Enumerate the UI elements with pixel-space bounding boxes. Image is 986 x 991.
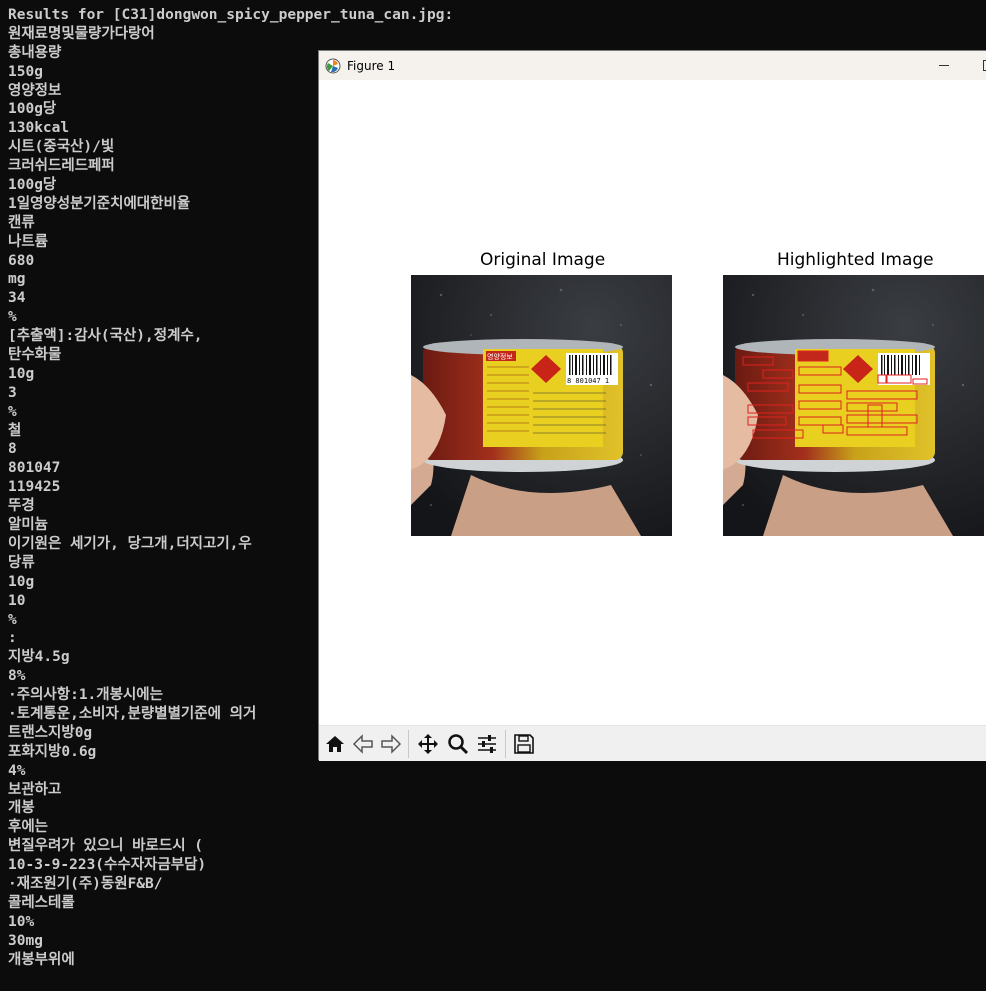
maximize-button[interactable] <box>975 55 986 75</box>
pan-icon <box>418 734 438 754</box>
save-button[interactable] <box>512 733 536 755</box>
minimize-button[interactable] <box>931 55 957 75</box>
figure-toolbar <box>319 725 986 761</box>
figure-window[interactable]: Figure 1 Original Image Highlighted Imag… <box>318 50 986 761</box>
ocr-text-line: 10% <box>8 913 35 930</box>
original-image-title: Original Image <box>480 250 606 270</box>
home-button[interactable] <box>323 733 347 755</box>
can-nutrition-label: 영양정보 <box>487 352 513 361</box>
toolbar-separator <box>505 730 506 758</box>
matplotlib-icon <box>325 58 341 73</box>
home-icon <box>326 736 344 752</box>
save-icon <box>514 734 534 754</box>
forward-button[interactable] <box>379 733 403 755</box>
configure-subplots-icon <box>478 735 496 753</box>
ocr-text-line: ·재조원기(주)동원F&B/ <box>8 875 163 892</box>
ocr-text-line: 10-3-9-223(수수자자금부담) <box>8 857 207 874</box>
can-barcode-number: 8 801047 1 <box>567 377 609 385</box>
results-header: Results for [C31]dongwon_spicy_pepper_tu… <box>8 7 454 23</box>
ocr-text-line: 변질우려가 있으니 바로드시 ( <box>8 838 203 855</box>
ocr-text-line: 콜레스테롤 <box>8 894 75 911</box>
pan-button[interactable] <box>416 733 440 755</box>
plot-canvas[interactable]: Original Image Highlighted Image 영양정보 8 … <box>319 80 986 725</box>
tuna-can-highlighted-photo <box>723 275 984 536</box>
tuna-can-photo: 영양정보 8 801047 1 <box>411 275 672 536</box>
ocr-text-line: 보관하고 <box>8 781 62 798</box>
zoom-icon <box>448 734 469 755</box>
highlighted-image-title: Highlighted Image <box>777 250 934 270</box>
original-image: 영양정보 8 801047 1 <box>411 275 672 536</box>
ocr-text-line: 원재료명및물량가다랑어 <box>8 25 155 42</box>
back-button[interactable] <box>351 733 375 755</box>
zoom-button[interactable] <box>446 733 470 755</box>
forward-icon <box>381 734 402 754</box>
highlighted-image <box>723 275 984 536</box>
configure-subplots-button[interactable] <box>475 733 499 755</box>
toolbar-separator <box>408 730 409 758</box>
ocr-text-line: 개봉부위에 <box>8 951 75 968</box>
ocr-text-line: 30mg <box>8 932 43 949</box>
window-title: Figure 1 <box>347 58 396 73</box>
ocr-text-line: 후에는 <box>8 819 49 836</box>
minimize-icon <box>939 64 949 66</box>
ocr-text-line: 4% <box>8 762 26 779</box>
back-icon <box>352 734 373 754</box>
ocr-text-line: 개봉 <box>8 800 35 817</box>
window-titlebar[interactable]: Figure 1 <box>319 51 986 80</box>
